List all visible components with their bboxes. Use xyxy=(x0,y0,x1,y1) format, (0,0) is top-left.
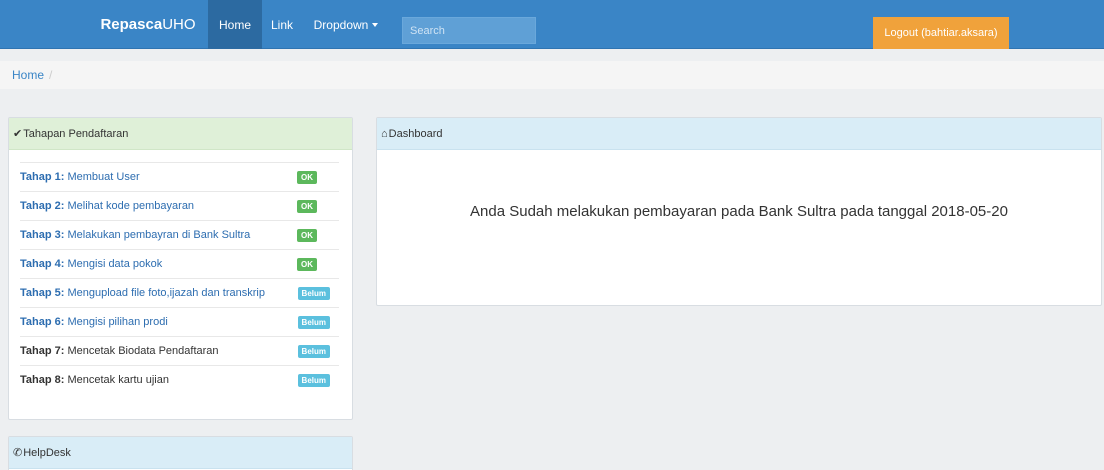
step-item: Tahap 8: Mencetak kartu ujian Belum xyxy=(20,365,339,394)
nav-dropdown[interactable]: Dropdown xyxy=(304,0,388,49)
step-text[interactable]: Tahap 4: Mengisi data pokok xyxy=(20,258,162,270)
step-item[interactable]: Tahap 2: Melihat kode pembayaran OK xyxy=(20,191,339,220)
step-label: Mengisi pilihan prodi xyxy=(64,316,168,328)
helpdesk-panel-title: HelpDesk xyxy=(23,446,71,459)
step-text[interactable]: Tahap 1: Membuat User xyxy=(20,171,140,183)
status-badge: Belum xyxy=(297,315,330,329)
breadcrumb-home[interactable]: Home xyxy=(12,68,44,82)
status-badge: OK xyxy=(297,170,317,184)
status-badge: OK xyxy=(297,257,317,271)
brand-bold: Repasca xyxy=(100,16,163,33)
helpdesk-panel-heading: ✆ HelpDesk xyxy=(9,437,352,469)
nav-link[interactable]: Link xyxy=(262,0,302,49)
nav-home[interactable]: Home xyxy=(208,0,262,49)
dashboard-message: Anda Sudah melakukan pembayaran pada Ban… xyxy=(470,203,1008,220)
dashboard-panel-heading: ⌂ Dashboard xyxy=(377,118,1101,150)
caret-down-icon xyxy=(372,22,379,27)
step-label: Mencetak Biodata Pendaftaran xyxy=(64,345,219,357)
step-text[interactable]: Tahap 3: Melakukan pembayran di Bank Sul… xyxy=(20,229,250,241)
step-label: Mengupload file foto,ijazah dan transkri… xyxy=(64,287,265,299)
step-label: Melakukan pembayran di Bank Sultra xyxy=(64,229,251,241)
step-prefix: Tahap 2: xyxy=(20,200,65,212)
step-prefix: Tahap 4: xyxy=(20,258,65,270)
phone-icon: ✆ xyxy=(13,447,23,459)
step-text: Tahap 7: Mencetak Biodata Pendaftaran xyxy=(20,345,219,357)
step-label: Melihat kode pembayaran xyxy=(64,200,195,212)
step-prefix: Tahap 1: xyxy=(20,171,65,183)
logout-button[interactable]: Logout (bahtiar.aksara) xyxy=(873,17,1009,49)
step-item[interactable]: Tahap 5: Mengupload file foto,ijazah dan… xyxy=(20,278,339,307)
breadcrumb-separator: / xyxy=(49,68,53,82)
top-navbar: RepascaUHO Home Link Dropdown Logout (ba… xyxy=(0,0,1104,49)
step-label: Membuat User xyxy=(64,171,140,183)
step-text[interactable]: Tahap 6: Mengisi pilihan prodi xyxy=(20,316,168,328)
step-list: Tahap 1: Membuat User OK Tahap 2: Meliha… xyxy=(20,162,339,394)
brand-rest: UHO xyxy=(162,16,196,33)
steps-panel-heading: ✔ Tahapan Pendaftaran xyxy=(9,118,352,150)
step-item[interactable]: Tahap 1: Membuat User OK xyxy=(20,162,339,191)
status-badge: OK xyxy=(297,199,317,213)
status-badge: Belum xyxy=(297,373,330,387)
steps-panel: ✔ Tahapan Pendaftaran Tahap 1: Membuat U… xyxy=(8,117,353,420)
brand-link[interactable]: Repasca UHO xyxy=(92,0,204,49)
dashboard-panel-title: Dashboard xyxy=(388,127,443,140)
status-badge: Belum xyxy=(297,344,330,358)
step-prefix: Tahap 3: xyxy=(20,229,65,241)
step-item[interactable]: Tahap 3: Melakukan pembayran di Bank Sul… xyxy=(20,220,339,249)
step-prefix: Tahap 7: xyxy=(20,345,65,357)
step-item[interactable]: Tahap 4: Mengisi data pokok OK xyxy=(20,249,339,278)
step-item: Tahap 7: Mencetak Biodata Pendaftaran Be… xyxy=(20,336,339,365)
step-text[interactable]: Tahap 5: Mengupload file foto,ijazah dan… xyxy=(20,287,265,299)
check-icon: ✔ xyxy=(13,128,23,140)
step-prefix: Tahap 5: xyxy=(20,287,65,299)
breadcrumb: Home / xyxy=(0,61,1104,89)
step-label: Mencetak kartu ujian xyxy=(64,374,169,386)
steps-panel-title: Tahapan Pendaftaran xyxy=(23,127,129,140)
nav-dropdown-label: Dropdown xyxy=(313,17,369,32)
dashboard-panel: ⌂ Dashboard Anda Sudah melakukan pembaya… xyxy=(376,117,1102,306)
status-badge: OK xyxy=(297,228,317,242)
search-input[interactable] xyxy=(402,17,536,44)
step-label: Mengisi data pokok xyxy=(64,258,163,270)
step-prefix: Tahap 6: xyxy=(20,316,65,328)
step-text: Tahap 8: Mencetak kartu ujian xyxy=(20,374,169,386)
helpdesk-panel: ✆ HelpDesk xyxy=(8,436,353,470)
step-item[interactable]: Tahap 6: Mengisi pilihan prodi Belum xyxy=(20,307,339,336)
home-icon: ⌂ xyxy=(381,127,388,140)
step-prefix: Tahap 8: xyxy=(20,374,65,386)
step-text[interactable]: Tahap 2: Melihat kode pembayaran xyxy=(20,200,194,212)
status-badge: Belum xyxy=(297,286,330,300)
